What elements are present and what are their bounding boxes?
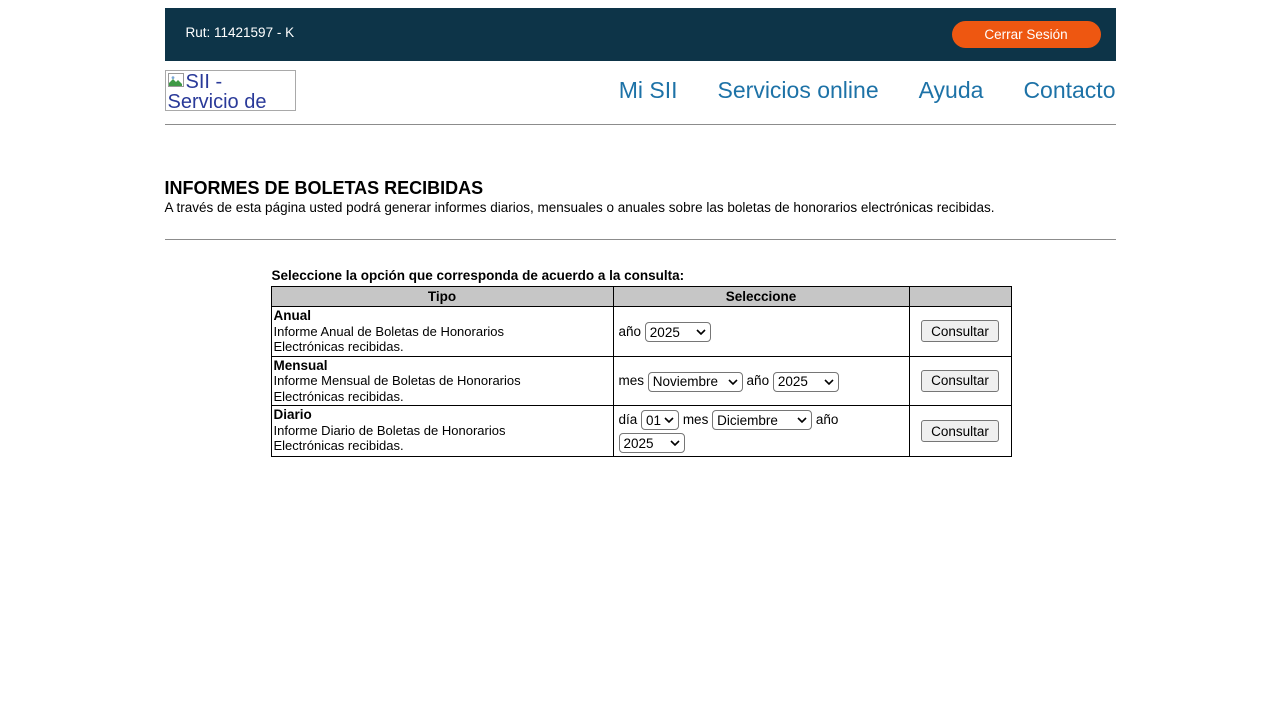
mensual-month-select-value: Noviembre <box>653 374 718 389</box>
anual-year-select[interactable]: 2025 <box>645 322 711 342</box>
informes-table: Tipo Seleccione Anual Informe Anual de B… <box>271 286 1012 457</box>
anual-action-cell: Consultar <box>909 307 1011 357</box>
page-container: Rut: 11421597 - K Cerrar Sesión SII - Se… <box>165 8 1116 457</box>
header-divider <box>165 124 1116 125</box>
table-row-diario: Diario Informe Diario de Boletas de Hono… <box>271 406 1011 457</box>
mensual-tipo-cell: Mensual Informe Mensual de Boletas de Ho… <box>271 356 613 406</box>
mensual-consultar-button[interactable]: Consultar <box>921 370 999 392</box>
anual-year-label: año <box>619 324 642 339</box>
mensual-month-select[interactable]: Noviembre <box>648 372 743 392</box>
row-title-diario: Diario <box>274 407 611 423</box>
page-title: INFORMES DE BOLETAS RECIBIDAS <box>165 179 1116 197</box>
page-intro: A través de esta página usted podrá gene… <box>165 200 1116 216</box>
table-row-anual: Anual Informe Anual de Boletas de Honora… <box>271 307 1011 357</box>
table-header-row: Tipo Seleccione <box>271 287 1011 307</box>
anual-consultar-button[interactable]: Consultar <box>921 320 999 342</box>
section-divider <box>165 239 1116 240</box>
logout-button[interactable]: Cerrar Sesión <box>952 21 1101 48</box>
chevron-down-icon <box>824 379 834 385</box>
column-header-action <box>909 287 1011 307</box>
diario-tipo-cell: Diario Informe Diario de Boletas de Hono… <box>271 406 613 457</box>
diario-month-select[interactable]: Diciembre <box>712 410 812 430</box>
diario-day-select-value: 01 <box>646 413 661 428</box>
rut-label: Rut: 11421597 - K <box>186 25 295 40</box>
site-header: SII - Servicio de Mi SII Servicios onlin… <box>165 69 1116 111</box>
diario-consultar-button[interactable]: Consultar <box>921 420 999 442</box>
nav-mi-sii[interactable]: Mi SII <box>619 77 678 104</box>
row-description-anual: Informe Anual de Boletas de Honorarios E… <box>274 324 505 355</box>
selection-prompt: Seleccione la opción que corresponda de … <box>272 268 1116 284</box>
main-nav: Mi SII Servicios online Ayuda Contacto <box>619 77 1116 104</box>
table-row-mensual: Mensual Informe Mensual de Boletas de Ho… <box>271 356 1011 406</box>
chevron-down-icon <box>664 417 674 423</box>
mensual-select-cell: mes Noviembre año 2025 <box>613 356 909 406</box>
mensual-year-label: año <box>747 373 770 388</box>
chevron-down-icon <box>696 329 706 335</box>
broken-image-icon <box>168 72 185 92</box>
nav-ayuda[interactable]: Ayuda <box>919 77 984 104</box>
chevron-down-icon <box>797 417 807 423</box>
diario-month-label: mes <box>683 412 709 427</box>
chevron-down-icon <box>670 440 680 446</box>
mensual-year-select-value: 2025 <box>778 374 808 389</box>
diario-year-select[interactable]: 2025 <box>619 433 685 453</box>
diario-day-label: día <box>619 412 638 427</box>
mensual-month-label: mes <box>619 373 645 388</box>
nav-servicios-online[interactable]: Servicios online <box>718 77 879 104</box>
anual-select-cell: año 2025 <box>613 307 909 357</box>
mensual-action-cell: Consultar <box>909 356 1011 406</box>
column-header-seleccione: Seleccione <box>613 287 909 307</box>
chevron-down-icon <box>728 379 738 385</box>
diario-day-select[interactable]: 01 <box>641 410 679 430</box>
diario-year-select-value: 2025 <box>624 436 654 451</box>
column-header-tipo: Tipo <box>271 287 613 307</box>
diario-year-label: año <box>816 412 839 427</box>
row-description-diario: Informe Diario de Boletas de Honorarios … <box>274 423 506 454</box>
nav-contacto[interactable]: Contacto <box>1023 77 1115 104</box>
diario-select-cell: día 01 mes Diciembre año 2025 <box>613 406 909 457</box>
session-bar: Rut: 11421597 - K Cerrar Sesión <box>165 8 1116 61</box>
row-description-mensual: Informe Mensual de Boletas de Honorarios… <box>274 373 521 404</box>
diario-action-cell: Consultar <box>909 406 1011 457</box>
anual-tipo-cell: Anual Informe Anual de Boletas de Honora… <box>271 307 613 357</box>
mensual-year-select[interactable]: 2025 <box>773 372 839 392</box>
sii-logo-broken-image[interactable]: SII - Servicio de <box>165 70 296 111</box>
anual-year-select-value: 2025 <box>650 325 680 340</box>
row-title-anual: Anual <box>274 308 611 324</box>
diario-month-select-value: Diciembre <box>717 413 778 428</box>
row-title-mensual: Mensual <box>274 358 611 374</box>
